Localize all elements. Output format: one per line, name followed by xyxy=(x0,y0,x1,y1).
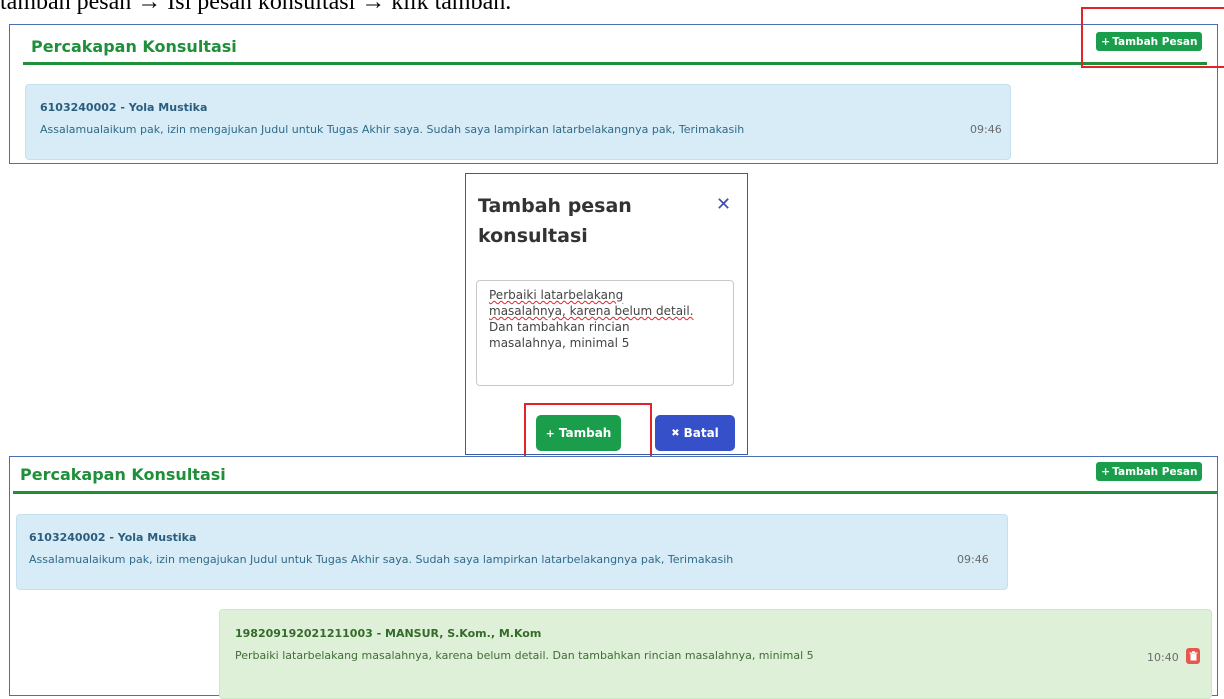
textarea-line-3: Dan tambahkan rincian xyxy=(489,320,630,334)
close-icon[interactable]: ✕ xyxy=(716,194,731,215)
panel-title: Percakapan Konsultasi xyxy=(20,465,226,484)
batal-button[interactable]: ✖ Batal xyxy=(655,415,735,451)
textarea-line-1: Perbaiki latarbelakang xyxy=(489,288,624,302)
message-time: 10:40 xyxy=(1147,651,1179,664)
panel-divider xyxy=(13,491,1217,494)
modal-title: Tambah pesan konsultasi xyxy=(478,195,632,247)
batal-label: Batal xyxy=(683,426,719,440)
consultation-panel-bottom: Percakapan Konsultasi + Tambah Pesan 610… xyxy=(9,456,1218,699)
add-message-button[interactable]: + Tambah Pesan xyxy=(1096,462,1203,481)
trash-icon xyxy=(1189,651,1197,661)
message-sender: 6103240002 - Yola Mustika xyxy=(40,101,208,114)
message-sender: 198209192021211003 - MANSUR, S.Kom., M.K… xyxy=(235,627,542,640)
highlight-box-tambah xyxy=(524,403,652,462)
textarea-line-2: masalahnya, karena belum detail. xyxy=(489,304,694,318)
message-text: Assalamualaikum pak, izin mengajukan Jud… xyxy=(40,123,745,136)
message-bubble: 6103240002 - Yola Mustika Assalamualaiku… xyxy=(25,84,1011,160)
message-sender: 6103240002 - Yola Mustika xyxy=(29,531,197,544)
textarea-line-4: masalahnya, minimal 5 xyxy=(489,336,630,350)
panel-divider xyxy=(23,62,1207,65)
textarea-line: masalahnya, minimal 5 xyxy=(489,335,721,351)
message-time: 09:46 xyxy=(970,123,1002,136)
panel-title: Percakapan Konsultasi xyxy=(31,37,237,56)
textarea-line: masalahnya, karena belum detail. xyxy=(489,303,721,319)
message-textarea[interactable]: Perbaiki latarbelakang masalahnya, karen… xyxy=(476,280,734,386)
textarea-line: Perbaiki latarbelakang xyxy=(489,287,721,303)
message-text: Perbaiki latarbelakang masalahnya, karen… xyxy=(235,649,814,662)
message-time: 09:46 xyxy=(957,553,989,566)
delete-message-button[interactable] xyxy=(1186,648,1200,664)
highlight-box-add-message xyxy=(1081,7,1224,68)
consultation-panel-top: Percakapan Konsultasi + Tambah Pesan 610… xyxy=(9,24,1218,164)
plus-icon: + xyxy=(1101,465,1111,478)
instruction-caption: tambah pesan → Isi pesan konsultasi → kl… xyxy=(0,0,512,15)
textarea-line: Dan tambahkan rincian xyxy=(489,319,721,335)
message-text: Assalamualaikum pak, izin mengajukan Jud… xyxy=(29,553,734,566)
add-message-label: Tambah Pesan xyxy=(1112,465,1198,478)
message-bubble: 6103240002 - Yola Mustika Assalamualaiku… xyxy=(16,514,1008,590)
close-icon: ✖ xyxy=(671,427,680,439)
